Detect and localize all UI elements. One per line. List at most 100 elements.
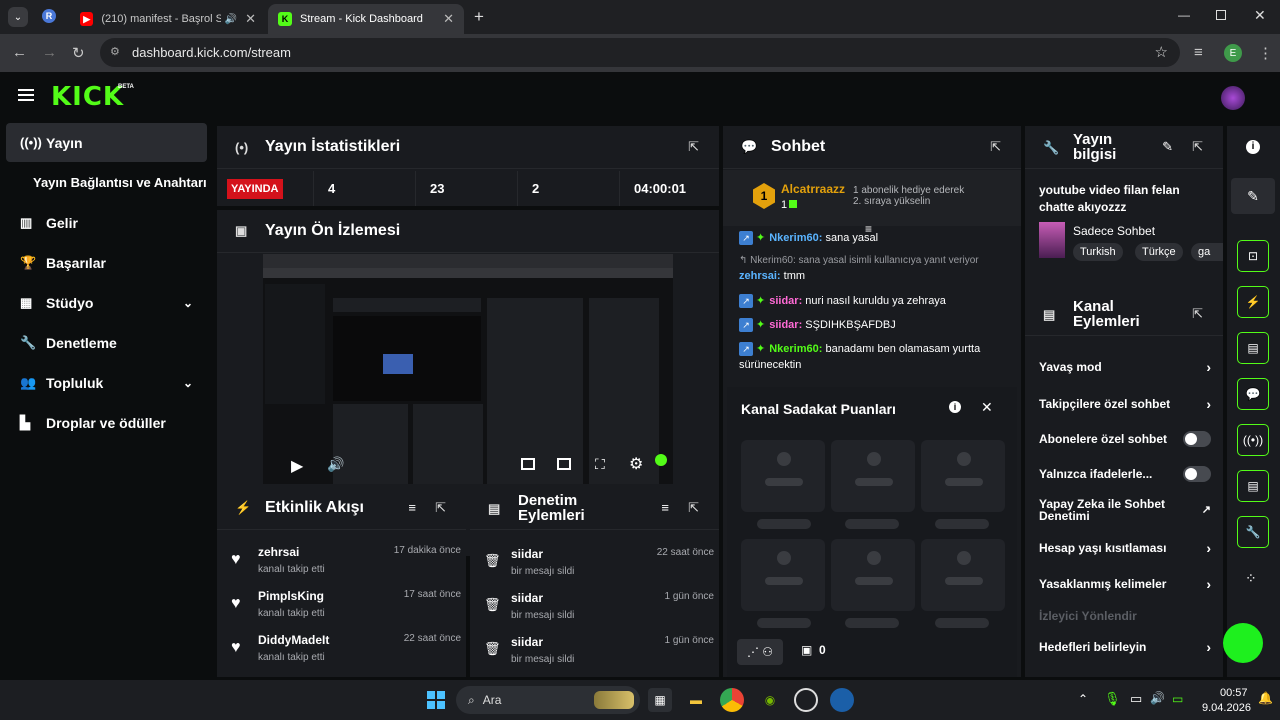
rail-lightning-icon[interactable]: ⚡ <box>1237 286 1269 318</box>
pop-out-icon[interactable]: ⇱ <box>1192 139 1203 155</box>
reload-icon[interactable]: ↻ <box>72 44 85 62</box>
clip-icon[interactable] <box>557 458 571 470</box>
sidebar-item-studyo[interactable]: ▦ Stüdyo ⌄ <box>6 283 207 322</box>
obs-icon[interactable] <box>794 688 818 712</box>
rail-broadcast-icon[interactable]: ((•)) <box>1237 424 1269 456</box>
action-ai-moderation[interactable]: Yapay Zeka ile Sohbet Denetimi ↗ <box>1039 492 1211 528</box>
rail-channel-icon[interactable]: ▤ <box>1237 470 1269 502</box>
tag-chip[interactable]: Turkish <box>1073 243 1123 261</box>
info-icon[interactable]: i <box>1246 140 1260 154</box>
tray-chevron-up-icon[interactable]: ⌃ <box>1078 692 1088 706</box>
pinned-user[interactable]: Alcatrraazz <box>781 182 845 196</box>
chat-username[interactable]: siidar: <box>769 319 802 331</box>
rail-wrench-icon[interactable]: 🔧 <box>1237 516 1269 548</box>
profile-avatar[interactable]: E <box>1224 44 1242 62</box>
folder-icon[interactable]: ▬ <box>684 688 708 712</box>
network-icon[interactable]: ▭ <box>1130 691 1142 707</box>
filter-icon[interactable]: ≡ <box>661 500 669 515</box>
site-settings-icon[interactable]: ⚙ <box>110 45 120 58</box>
action-subscribers-only[interactable]: Abonelere özel sohbet <box>1039 421 1211 457</box>
fullscreen-icon[interactable]: ⛶ <box>595 456 605 473</box>
tab-list-button[interactable]: ⌄ <box>8 7 28 27</box>
moderator-name[interactable]: siidar <box>511 547 543 561</box>
rail-edit-button[interactable]: ✎ <box>1231 178 1275 214</box>
chrome-icon[interactable] <box>720 688 744 712</box>
windows-start-icon[interactable] <box>424 688 448 712</box>
battery-icon[interactable]: ▭ <box>1172 692 1183 706</box>
play-icon[interactable]: ▶ <box>291 456 303 476</box>
close-icon[interactable]: ✕ <box>981 399 993 416</box>
action-goals[interactable]: Hedefleri belirleyin › <box>1039 629 1211 665</box>
rail-loyalty-icon[interactable]: ⁘ <box>1245 570 1257 587</box>
settings-gear-icon[interactable]: ⚙ <box>629 454 643 474</box>
live-indicator[interactable] <box>1223 623 1263 663</box>
moderator-name[interactable]: siidar <box>511 591 543 605</box>
clock-time[interactable]: 00:57 <box>1220 687 1248 699</box>
sidebar-item-gelir[interactable]: ▥ Gelir <box>6 203 207 242</box>
bookmark-star-icon[interactable]: ☆ <box>1155 43 1168 61</box>
microphone-icon[interactable]: 🎙 <box>1104 691 1121 707</box>
notification-bell-icon[interactable]: 🔔 <box>1258 691 1273 705</box>
action-slow-mode[interactable]: Yavaş mod › <box>1039 349 1211 385</box>
theater-mode-icon[interactable] <box>521 458 535 470</box>
action-account-age[interactable]: Hesap yaşı kısıtlaması › <box>1039 530 1211 566</box>
pop-out-icon[interactable]: ⇱ <box>435 500 446 516</box>
action-emotes-only[interactable]: Yalnızca ifadelerle... <box>1039 456 1211 492</box>
pop-out-icon[interactable]: ⇱ <box>688 139 699 155</box>
volume-icon[interactable]: 🔊 <box>327 456 344 473</box>
forward-icon[interactable]: → <box>42 44 57 61</box>
restore-icon[interactable] <box>1216 10 1226 20</box>
back-icon[interactable]: ← <box>12 44 27 61</box>
activity-user[interactable]: DiddyMadeIt <box>258 633 329 647</box>
kick-logo[interactable]: KICK <box>51 82 124 112</box>
tab-youtube[interactable]: ▶ (210) manifest - Başrol Sena 🔊 ✕ <box>70 4 266 34</box>
user-avatar[interactable] <box>1221 86 1245 110</box>
pop-out-icon[interactable]: ⇱ <box>1192 306 1203 322</box>
close-icon[interactable]: ✕ <box>245 11 256 27</box>
action-followers-only[interactable]: Takipçilere özel sohbet › <box>1039 386 1211 422</box>
new-tab-button[interactable]: + <box>474 7 484 27</box>
pop-out-icon[interactable]: ⇱ <box>990 139 1001 155</box>
sidebar-item-droplar[interactable]: ▙ Droplar ve ödüller <box>6 403 207 442</box>
sidebar-item-yayin[interactable]: ((•)) Yayın <box>6 123 207 162</box>
rail-chat-icon[interactable]: 💬 <box>1237 378 1269 410</box>
loyalty-points-button[interactable]: ⋰ ⚇ <box>737 639 783 665</box>
media-control-icon[interactable]: ≡ <box>1194 44 1203 61</box>
action-banned-words[interactable]: Yasaklanmış kelimeler › <box>1039 566 1211 602</box>
category-name[interactable]: Sadece Sohbet <box>1073 224 1155 238</box>
gift-leaderboard[interactable]: 1 Alcatrraazz 1 1 abonelik hediye ederek… <box>723 170 1021 226</box>
activity-user[interactable]: PimplsKing <box>258 589 324 603</box>
profile-badge[interactable]: R <box>42 9 56 23</box>
tab-kick-dashboard[interactable]: K Stream - Kick Dashboard ✕ <box>268 4 464 34</box>
chat-username[interactable]: Nkerim60: <box>769 232 822 244</box>
tag-chip[interactable]: Türkçe <box>1135 243 1183 261</box>
minimize-icon[interactable]: — <box>1178 8 1190 22</box>
hamburger-menu-icon[interactable] <box>18 89 34 101</box>
chat-username[interactable]: siidar: <box>769 295 802 307</box>
sidebar-item-basarilar[interactable]: 🏆 Başarılar <box>6 243 207 282</box>
pop-out-icon[interactable]: ⇱ <box>688 500 699 516</box>
sidebar-item-denetleme[interactable]: 🔧 Denetleme <box>6 323 207 362</box>
file-store-icon[interactable]: ▦ <box>648 688 672 712</box>
address-bar[interactable]: ⚙ dashboard.kick.com/stream ☆ <box>100 38 1180 67</box>
sidebar-item-stream-key[interactable]: Yayın Bağlantısı ve Anahtarı <box>6 163 207 202</box>
speaker-icon[interactable]: 🔊 <box>1150 691 1165 705</box>
tag-chip[interactable]: ga <box>1191 243 1223 261</box>
chat-username[interactable]: zehrsai: <box>739 270 781 282</box>
moderator-name[interactable]: siidar <box>511 635 543 649</box>
subscribers-only-toggle[interactable] <box>1183 431 1211 447</box>
nvidia-icon[interactable]: ◉ <box>758 688 782 712</box>
close-icon[interactable]: ✕ <box>443 11 454 27</box>
emotes-only-toggle[interactable] <box>1183 466 1211 482</box>
stream-preview-video[interactable]: ▶ 🔊 ⛶ ⚙ <box>263 254 673 484</box>
window-close-icon[interactable]: ✕ <box>1254 7 1266 24</box>
chat-username[interactable]: Nkerim60: <box>769 343 822 355</box>
rail-document-icon[interactable]: ▤ <box>1237 332 1269 364</box>
sidebar-item-topluluk[interactable]: 👥 Topluluk ⌄ <box>6 363 207 402</box>
filter-icon[interactable]: ≡ <box>408 500 416 515</box>
info-icon[interactable]: i <box>949 401 961 413</box>
clock-date[interactable]: 9.04.2026 <box>1202 702 1251 714</box>
steam-icon[interactable] <box>830 688 854 712</box>
activity-user[interactable]: zehrsai <box>258 545 299 559</box>
rail-camera-icon[interactable]: ⊡ <box>1237 240 1269 272</box>
